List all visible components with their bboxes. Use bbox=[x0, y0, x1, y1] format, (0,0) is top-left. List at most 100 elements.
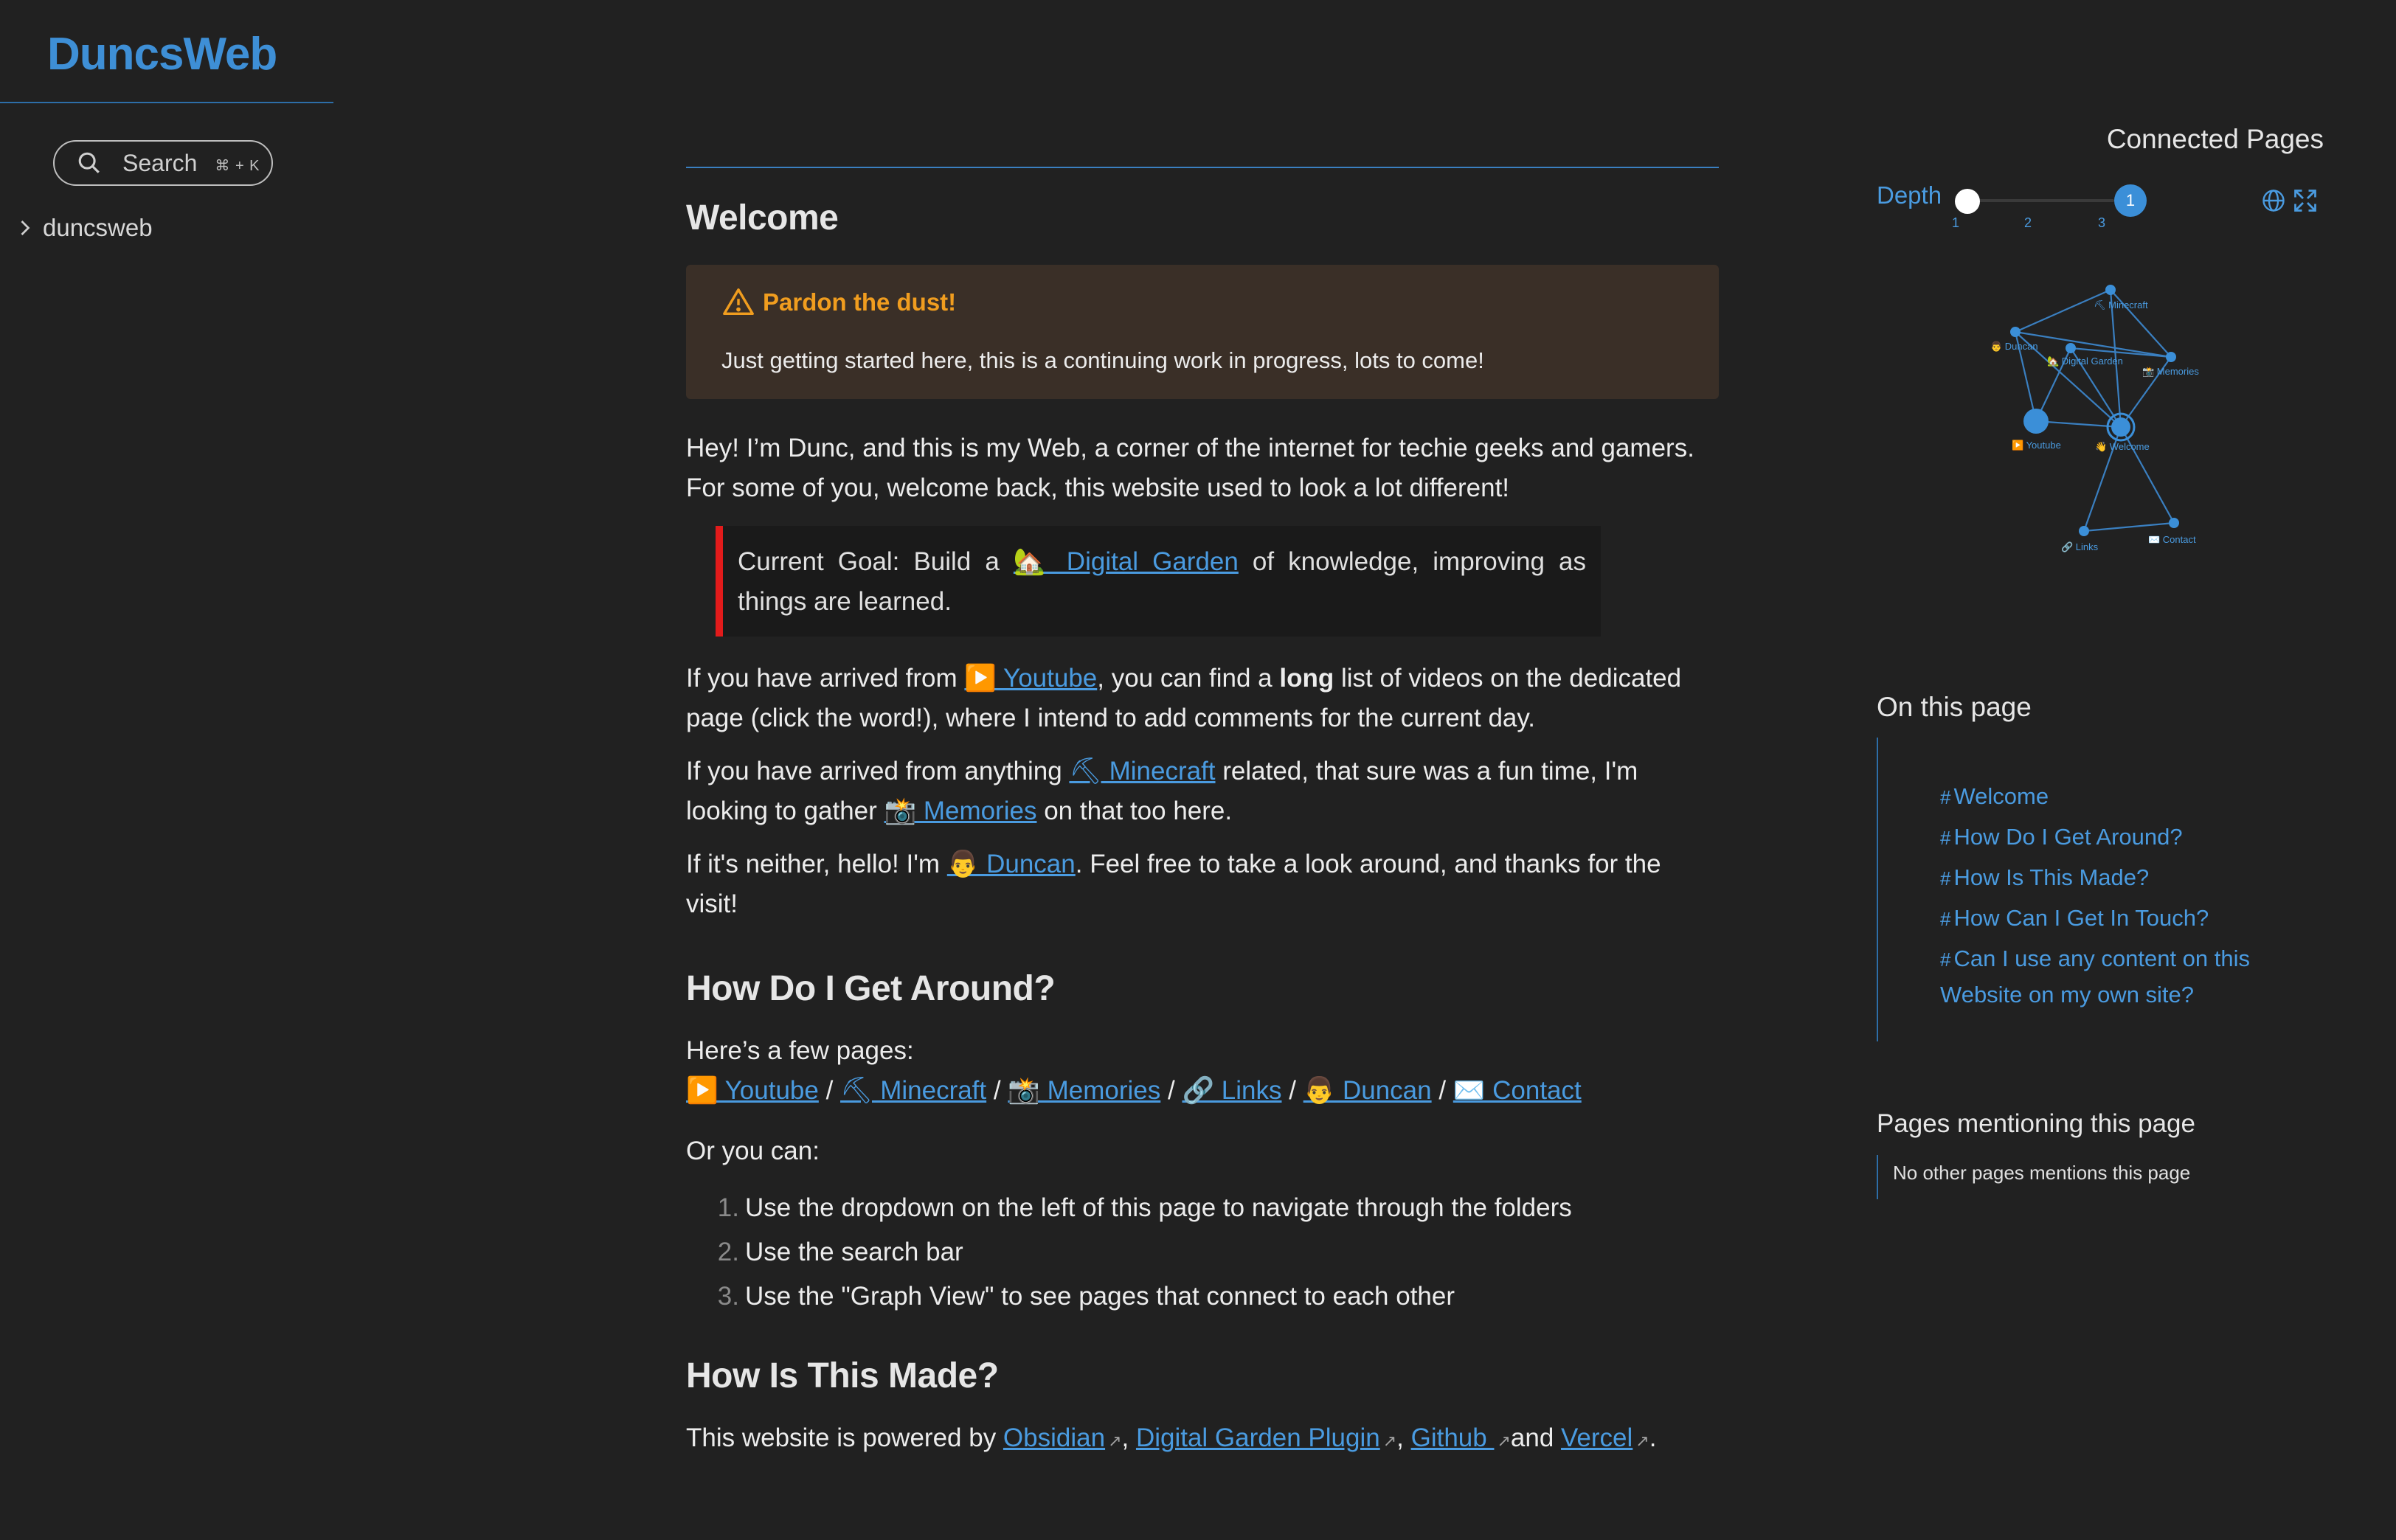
text: If it's neither, hello! I'm bbox=[686, 850, 947, 878]
goal-blockquote: Current Goal: Build a 🏡 Digital Garden o… bbox=[716, 526, 1601, 637]
memories-link[interactable]: 📸 Memories bbox=[1008, 1076, 1160, 1105]
text: Here’s a few pages: bbox=[686, 1036, 914, 1065]
search-icon bbox=[78, 152, 100, 173]
obsidian-link[interactable]: Obsidian bbox=[1003, 1423, 1122, 1452]
toc-list: # Welcome # How Do I Get Around? # How Is T… bbox=[1940, 779, 2287, 1016]
logo-divider bbox=[0, 102, 333, 103]
separator: / bbox=[986, 1076, 1008, 1105]
toc-item-welcome[interactable]: # Welcome bbox=[1940, 779, 2287, 815]
site-logo[interactable]: DuncsWeb bbox=[47, 28, 277, 80]
duncan-link[interactable]: 👨 Duncan bbox=[1303, 1076, 1432, 1105]
toc-item-how-made[interactable]: # How Is This Made? bbox=[1940, 860, 2287, 896]
depth-tick: 3 bbox=[2098, 215, 2106, 230]
heading-get-around: How Do I Get Around? bbox=[686, 969, 1056, 1008]
list-text: Use the "Graph View" to see pages that c… bbox=[745, 1282, 1455, 1311]
expand-icon[interactable] bbox=[2292, 187, 2319, 214]
text: , bbox=[1121, 1423, 1136, 1452]
text: on that too here. bbox=[1036, 797, 1233, 825]
article: Welcome Pardon the dust! Just getting st… bbox=[686, 167, 1719, 1474]
text: This website is powered by bbox=[686, 1423, 1003, 1452]
minecraft-link[interactable]: ⛏ Minecraft bbox=[1069, 757, 1215, 785]
links-link[interactable]: 🔗 Links bbox=[1182, 1076, 1281, 1105]
hash-icon: # bbox=[1940, 786, 1951, 808]
toc-title: On this page bbox=[1877, 692, 2032, 722]
search-label: Search bbox=[122, 149, 198, 176]
hash-icon: # bbox=[1940, 948, 1951, 971]
graph-node-links[interactable] bbox=[2079, 526, 2089, 536]
toc-item-label: How Is This Made? bbox=[1953, 864, 2150, 890]
explorer-item-label: duncsweb bbox=[43, 214, 153, 241]
text: and bbox=[1510, 1423, 1562, 1452]
navigation-steps: 1. Use the dropdown on the left of this p… bbox=[686, 1186, 1719, 1319]
toc-item-get-in-touch[interactable]: # How Can I Get In Touch? bbox=[1940, 901, 2287, 937]
vercel-link[interactable]: Vercel bbox=[1561, 1423, 1649, 1452]
list-number: 3. bbox=[717, 1282, 739, 1311]
separator: / bbox=[1160, 1076, 1183, 1105]
toc-item-label: Can I use any content on this Website on… bbox=[1940, 946, 2251, 1007]
depth-slider-handle[interactable] bbox=[1955, 189, 1980, 214]
globe-icon[interactable] bbox=[2260, 187, 2287, 214]
text: , bbox=[1396, 1423, 1411, 1452]
powered-by-paragraph: This website is powered by Obsidian, Dig… bbox=[686, 1418, 1719, 1461]
minecraft-link[interactable]: ⛏ Minecraft bbox=[840, 1076, 986, 1105]
digital-garden-plugin-link[interactable]: Digital Garden Plugin bbox=[1136, 1423, 1396, 1452]
depth-label: Depth bbox=[1877, 181, 1942, 209]
youtube-link[interactable]: ▶️ Youtube bbox=[964, 664, 1097, 693]
toc-item-content-use[interactable]: # Can I use any content on this Website o… bbox=[1940, 941, 2287, 1012]
mentions-title: Pages mentioning this page bbox=[1877, 1109, 2195, 1138]
hash-icon: # bbox=[1940, 867, 1951, 889]
list-item: 1. Use the dropdown on the left of this p… bbox=[686, 1186, 1719, 1230]
list-item: 2. Use the search bar bbox=[686, 1230, 1719, 1274]
github-link[interactable]: Github bbox=[1411, 1423, 1511, 1452]
graph-node-memories[interactable] bbox=[2166, 352, 2176, 362]
toc-item-label: Welcome bbox=[1953, 783, 2049, 809]
depth-control: Depth 1 1 2 3 bbox=[1877, 180, 2334, 232]
mentions-empty-text: No other pages mentions this page bbox=[1893, 1162, 2191, 1184]
quote-text: Current Goal: Build a bbox=[738, 547, 1014, 576]
warning-callout: Pardon the dust! Just getting started he… bbox=[686, 265, 1719, 399]
hash-icon: # bbox=[1940, 908, 1951, 930]
graph-node-welcome[interactable] bbox=[2111, 417, 2130, 437]
graph-title: Connected Pages bbox=[2106, 124, 2324, 154]
graph-label: 👋 Welcome bbox=[2095, 441, 2150, 453]
graph-node-contact[interactable] bbox=[2169, 518, 2179, 528]
youtube-link[interactable]: ▶️ Youtube bbox=[686, 1076, 819, 1105]
hello-paragraph: If it's neither, hello! I'm 👨 Duncan. Fe… bbox=[686, 844, 1719, 924]
memories-link[interactable]: 📸 Memories bbox=[884, 797, 1037, 825]
search-button[interactable]: Search ⌘ + K bbox=[53, 140, 273, 186]
graph-node-duncan[interactable] bbox=[2010, 327, 2021, 337]
bold-text: long bbox=[1279, 664, 1334, 693]
graph-node-youtube[interactable] bbox=[2023, 409, 2049, 434]
separator: / bbox=[1281, 1076, 1303, 1105]
heading-how-made: How Is This Made? bbox=[686, 1356, 999, 1395]
article-top-divider bbox=[686, 167, 1719, 168]
depth-slider-track[interactable] bbox=[1967, 199, 2114, 202]
graph-label: ▶️ Youtube bbox=[2012, 440, 2061, 451]
graph-node-minecraft[interactable] bbox=[2105, 285, 2116, 295]
separator: / bbox=[1431, 1076, 1453, 1105]
explorer-item-duncsweb[interactable]: duncsweb bbox=[18, 214, 153, 242]
hash-icon: # bbox=[1940, 827, 1951, 849]
page-title: Welcome bbox=[686, 198, 839, 237]
minecraft-paragraph: If you have arrived from anything ⛏ Mine… bbox=[686, 752, 1719, 831]
callout-body: Just getting started here, this is a con… bbox=[721, 347, 1484, 373]
list-text: Use the search bar bbox=[745, 1238, 963, 1266]
graph-label: ✉️ Contact bbox=[2148, 534, 2196, 545]
callout-title-row: Pardon the dust! bbox=[721, 285, 1683, 319]
chevron-right-icon bbox=[21, 221, 30, 235]
graph-node-digital-garden[interactable] bbox=[2066, 343, 2076, 353]
list-text: Use the dropdown on the left of this pag… bbox=[745, 1193, 1572, 1222]
depth-tick: 1 bbox=[1952, 215, 1960, 230]
graph-label: 👨 Duncan bbox=[1990, 341, 2038, 352]
toc-item-label: How Do I Get Around? bbox=[1953, 824, 2183, 850]
graph-label: 🔗 Links bbox=[2061, 541, 2099, 553]
toc-item-get-around[interactable]: # How Do I Get Around? bbox=[1940, 819, 2287, 856]
connected-pages-graph[interactable]: ⛏ Minecraft 👨 Duncan 🏡 Digital Garden 📸 … bbox=[1977, 273, 2228, 561]
pages-paragraph: Here’s a few pages: ▶️ Youtube / ⛏ Minec… bbox=[686, 1031, 1719, 1111]
mentions-box: No other pages mentions this page bbox=[1877, 1155, 2190, 1199]
table-of-contents: # Welcome # How Do I Get Around? # How Is T… bbox=[1877, 738, 2291, 1041]
contact-link[interactable]: ✉️ Contact bbox=[1453, 1076, 1582, 1105]
intro-paragraph: Hey! I’m Dunc, and this is my Web, a cor… bbox=[686, 434, 1694, 502]
duncan-link[interactable]: 👨 Duncan bbox=[947, 850, 1076, 878]
digital-garden-link[interactable]: 🏡 Digital Garden bbox=[1014, 547, 1239, 576]
